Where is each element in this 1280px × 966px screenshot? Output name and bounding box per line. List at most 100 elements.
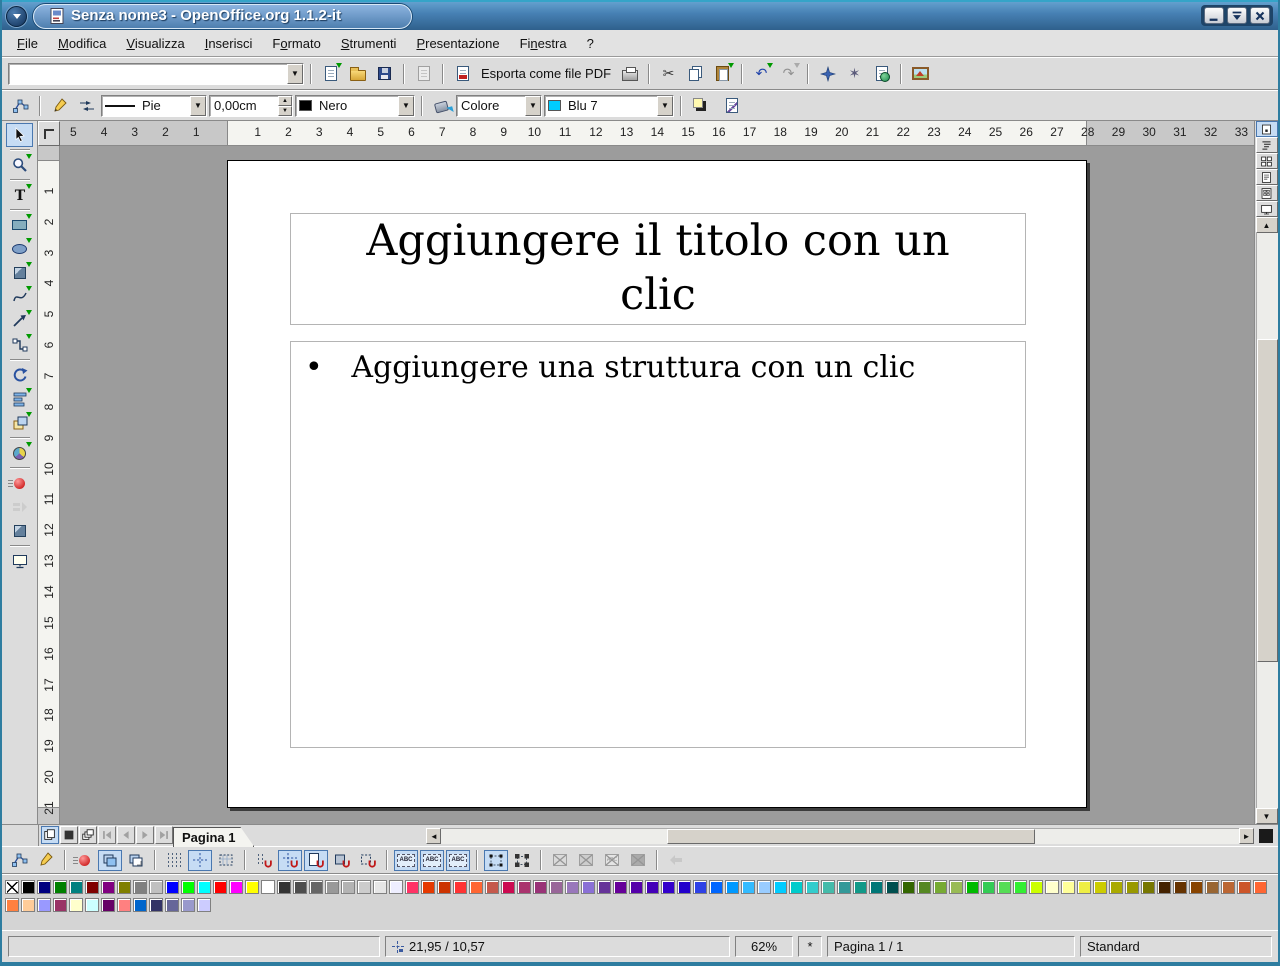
color-swatch[interactable] <box>853 880 867 894</box>
shadow-icon[interactable] <box>688 94 713 117</box>
color-swatch[interactable] <box>725 880 739 894</box>
page-mode-button[interactable] <box>41 826 59 844</box>
slides-view-button[interactable] <box>1256 153 1278 169</box>
curve-tool[interactable] <box>6 285 33 309</box>
drawing-view-button[interactable] <box>1256 121 1278 137</box>
color-swatch[interactable] <box>613 880 627 894</box>
color-swatch[interactable] <box>133 898 147 912</box>
menu-file[interactable]: File <box>8 33 47 54</box>
vertical-scrollbar-thumb[interactable] <box>1257 339 1278 662</box>
color-swatch[interactable] <box>405 880 419 894</box>
color-swatch[interactable] <box>533 880 547 894</box>
vertical-ruler[interactable]: 123456789101112131415161718192021 <box>38 146 60 824</box>
lines-arrows-tool[interactable] <box>6 309 33 333</box>
fill-type-dropdown-button[interactable]: ▼ <box>525 96 541 116</box>
color-swatch[interactable] <box>1141 880 1155 894</box>
status-zoom-cell[interactable]: 62% <box>735 936 793 957</box>
double-click-text-icon[interactable]: ABC <box>446 850 470 871</box>
menu-presentazione[interactable]: Presentazione <box>407 33 508 54</box>
color-swatch[interactable] <box>1237 880 1251 894</box>
handout-view-button[interactable] <box>1256 185 1278 201</box>
color-swatch[interactable] <box>837 880 851 894</box>
color-swatch[interactable] <box>789 880 803 894</box>
color-swatch[interactable] <box>565 880 579 894</box>
print-icon[interactable] <box>617 62 642 85</box>
color-swatch[interactable] <box>709 880 723 894</box>
glue-points-icon[interactable] <box>34 850 58 871</box>
color-swatch[interactable] <box>437 880 451 894</box>
page-tab[interactable]: Pagina 1 <box>173 827 254 847</box>
color-swatch[interactable] <box>629 880 643 894</box>
color-swatch[interactable] <box>885 880 899 894</box>
color-swatch[interactable] <box>1029 880 1043 894</box>
paste-icon[interactable] <box>710 62 735 85</box>
scroll-right-button[interactable]: ► <box>1239 828 1254 844</box>
color-swatch[interactable] <box>117 898 131 912</box>
scroll-up-button[interactable]: ▲ <box>1256 217 1278 233</box>
color-swatch[interactable] <box>53 880 67 894</box>
color-swatch[interactable] <box>197 898 211 912</box>
export-pdf-icon[interactable] <box>450 62 475 85</box>
color-swatch[interactable] <box>821 880 835 894</box>
color-swatch[interactable] <box>1173 880 1187 894</box>
color-swatch[interactable] <box>181 898 195 912</box>
color-swatch[interactable] <box>1093 880 1107 894</box>
color-swatch[interactable] <box>5 898 19 912</box>
layer-mode-button[interactable] <box>79 826 97 844</box>
connector-tool[interactable] <box>6 333 33 357</box>
master-mode-button[interactable] <box>60 826 78 844</box>
cut-icon[interactable]: ✂ <box>656 62 681 85</box>
ellipse-tool[interactable] <box>6 237 33 261</box>
minimize-button[interactable] <box>1204 7 1224 24</box>
status-template-cell[interactable]: Standard <box>1080 936 1272 957</box>
color-swatch[interactable] <box>117 880 131 894</box>
color-swatch[interactable] <box>1205 880 1219 894</box>
snap-to-grid-icon[interactable] <box>188 850 212 871</box>
color-swatch[interactable] <box>997 880 1011 894</box>
color-swatch[interactable] <box>453 880 467 894</box>
color-swatch[interactable] <box>357 880 371 894</box>
workspace[interactable]: Aggiungere il titolo con un clic • Aggiu… <box>60 146 1254 824</box>
color-swatch[interactable] <box>1157 880 1171 894</box>
color-swatch[interactable] <box>181 880 195 894</box>
load-url-dropdown-button[interactable]: ▼ <box>287 64 303 84</box>
snap-border-icon[interactable] <box>330 850 354 871</box>
color-swatch[interactable] <box>37 880 51 894</box>
color-swatch[interactable] <box>805 880 819 894</box>
color-swatch[interactable] <box>933 880 947 894</box>
color-swatch[interactable] <box>1013 880 1027 894</box>
color-swatch[interactable] <box>773 880 787 894</box>
color-swatch[interactable] <box>469 880 483 894</box>
copy-icon[interactable] <box>683 62 708 85</box>
color-swatch[interactable] <box>549 880 563 894</box>
color-swatch[interactable] <box>229 880 243 894</box>
color-swatch[interactable] <box>101 880 115 894</box>
rotate-tool[interactable] <box>6 363 33 387</box>
show-grid-icon[interactable] <box>162 850 186 871</box>
color-swatch[interactable] <box>757 880 771 894</box>
color-swatch[interactable] <box>949 880 963 894</box>
color-swatch[interactable] <box>421 880 435 894</box>
snap-lines-front-icon[interactable] <box>124 850 148 871</box>
snap-grid-magnet-icon[interactable] <box>252 850 276 871</box>
effects-tool[interactable] <box>6 471 33 495</box>
rectangle-tool[interactable] <box>6 213 33 237</box>
autopilot-icon[interactable]: ✶ <box>842 62 867 85</box>
start-presentation-tool[interactable] <box>6 549 33 573</box>
color-swatch[interactable] <box>965 880 979 894</box>
open-icon[interactable] <box>345 62 370 85</box>
color-swatch[interactable] <box>149 898 163 912</box>
menu-modifica[interactable]: Modifica <box>49 33 115 54</box>
color-swatch[interactable] <box>69 898 83 912</box>
color-swatch[interactable] <box>1253 880 1267 894</box>
select-text-area-icon[interactable]: ABC <box>420 850 444 871</box>
fill-color-combobox[interactable]: Blu 7 ▼ <box>544 95 674 117</box>
resize-corner[interactable] <box>1254 825 1278 846</box>
status-page-cell[interactable]: Pagina 1 / 1 <box>827 936 1075 957</box>
window-menu-button[interactable] <box>6 6 27 27</box>
new-document-icon[interactable] <box>318 62 343 85</box>
vertical-scrollbar-track[interactable] <box>1256 233 1278 808</box>
color-swatch[interactable] <box>901 880 915 894</box>
line-style-combobox[interactable]: Pie ▼ <box>101 95 207 117</box>
edit-points-icon[interactable] <box>8 94 33 117</box>
